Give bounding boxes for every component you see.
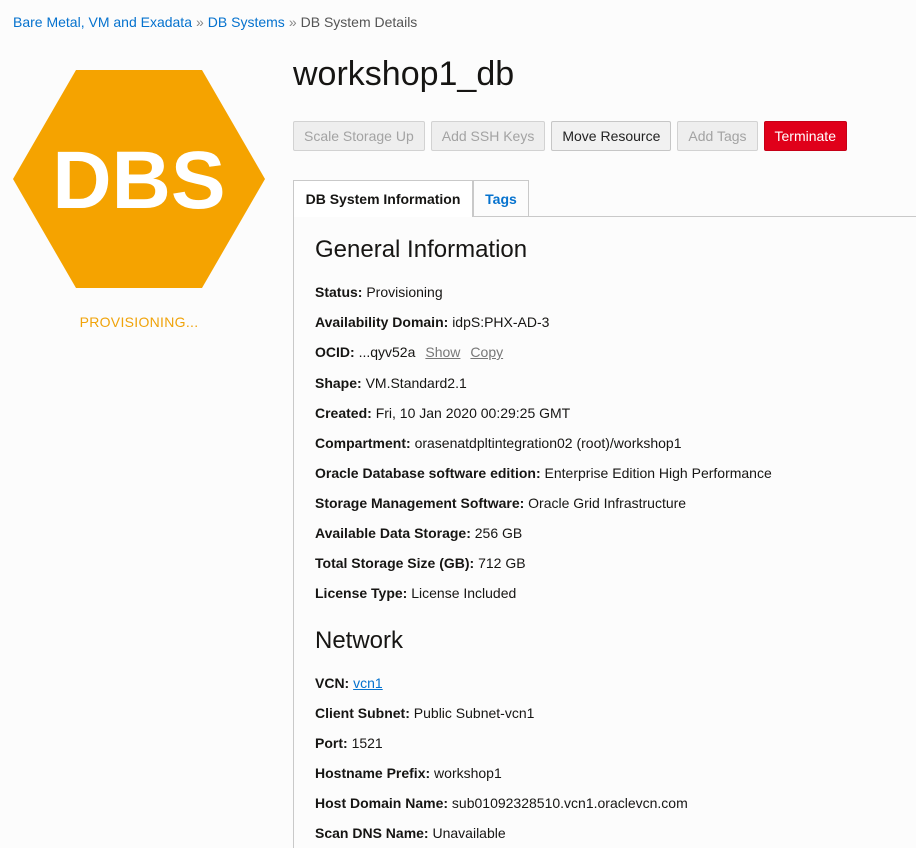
available-data-storage-value: 256 GB	[474, 525, 523, 541]
status-row: Status: Provisioning	[315, 284, 443, 300]
license-type-value: License Included	[411, 585, 517, 601]
status-value: Provisioning	[366, 284, 443, 300]
ocid-value: ...qyv52a	[358, 344, 416, 360]
total-storage-value: 712 GB	[478, 555, 526, 571]
software-edition-label: Oracle Database software edition:	[315, 465, 541, 481]
hostname-prefix-value: workshop1	[434, 765, 502, 781]
software-edition-row: Oracle Database software edition: Enterp…	[315, 465, 772, 481]
detail-tabs: DB System Information Tags	[293, 180, 916, 217]
move-resource-button[interactable]: Move Resource	[551, 121, 672, 151]
ocid-copy-link[interactable]: Copy	[470, 344, 503, 360]
storage-management-row: Storage Management Software: Oracle Grid…	[315, 495, 686, 511]
breadcrumb-separator: »	[196, 14, 204, 30]
hexagon-badge-text: DBS	[52, 135, 225, 226]
scale-storage-up-button[interactable]: Scale Storage Up	[293, 121, 425, 151]
scan-dns-name-row: Scan DNS Name: Unavailable	[315, 825, 506, 841]
port-label: Port:	[315, 735, 348, 751]
status-label: Status:	[315, 284, 363, 300]
availability-domain-label: Availability Domain:	[315, 314, 449, 330]
breadcrumb-link-db-systems[interactable]: DB Systems	[208, 14, 285, 30]
storage-management-label: Storage Management Software:	[315, 495, 525, 511]
port-value: 1521	[351, 735, 383, 751]
action-toolbar: Scale Storage Up Add SSH Keys Move Resou…	[293, 121, 847, 151]
terminate-button[interactable]: Terminate	[763, 121, 847, 151]
software-edition-value: Enterprise Edition High Performance	[544, 465, 772, 481]
availability-domain-row: Availability Domain: idpS:PHX-AD-3	[315, 314, 549, 330]
total-storage-row: Total Storage Size (GB): 712 GB	[315, 555, 526, 571]
client-subnet-label: Client Subnet:	[315, 705, 410, 721]
created-value: Fri, 10 Jan 2020 00:29:25 GMT	[375, 405, 571, 421]
compartment-row: Compartment: orasenatdpltintegration02 (…	[315, 435, 682, 451]
license-type-row: License Type: License Included	[315, 585, 516, 601]
client-subnet-row: Client Subnet: Public Subnet-vcn1	[315, 705, 534, 721]
breadcrumb-separator: »	[288, 14, 297, 30]
shape-row: Shape: VM.Standard2.1	[315, 375, 467, 391]
tab-db-system-information[interactable]: DB System Information	[293, 180, 473, 217]
host-domain-name-value: sub01092328510.vcn1.oraclevcn.com	[451, 795, 688, 811]
total-storage-label: Total Storage Size (GB):	[315, 555, 475, 571]
hostname-prefix-row: Hostname Prefix: workshop1	[315, 765, 502, 781]
compartment-value: orasenatdpltintegration02 (root)/worksho…	[414, 435, 682, 451]
breadcrumb-link-bare-metal[interactable]: Bare Metal, VM and Exadata	[13, 14, 192, 30]
tab-tags[interactable]: Tags	[473, 180, 529, 216]
storage-management-value: Oracle Grid Infrastructure	[528, 495, 687, 511]
general-information-heading: General Information	[315, 236, 528, 263]
available-data-storage-row: Available Data Storage: 256 GB	[315, 525, 522, 541]
vcn-label: VCN:	[315, 675, 350, 691]
lifecycle-status-label: PROVISIONING...	[79, 314, 199, 330]
details-panel: General Information Status: Provisioning…	[293, 216, 916, 848]
page-title: workshop1_db	[293, 55, 515, 93]
license-type-label: License Type:	[315, 585, 408, 601]
availability-domain-value: idpS:PHX-AD-3	[452, 314, 550, 330]
scan-dns-name-label: Scan DNS Name:	[315, 825, 429, 841]
available-data-storage-label: Available Data Storage:	[315, 525, 471, 541]
breadcrumb-current: DB System Details	[300, 14, 418, 30]
ocid-label: OCID:	[315, 344, 355, 360]
ocid-row: OCID: ...qyv52a Show Copy	[315, 344, 503, 360]
add-tags-button[interactable]: Add Tags	[677, 121, 758, 151]
shape-label: Shape:	[315, 375, 362, 391]
db-system-hexagon-icon: DBS	[13, 70, 265, 288]
breadcrumb: Bare Metal, VM and Exadata» DB Systems» DB…	[13, 14, 417, 30]
network-heading: Network	[315, 627, 404, 654]
port-row: Port: 1521	[315, 735, 383, 751]
created-label: Created:	[315, 405, 372, 421]
ocid-show-link[interactable]: Show	[425, 344, 460, 360]
add-ssh-keys-button[interactable]: Add SSH Keys	[430, 121, 546, 151]
client-subnet-value: Public Subnet-vcn1	[413, 705, 535, 721]
compartment-label: Compartment:	[315, 435, 411, 451]
hostname-prefix-label: Hostname Prefix:	[315, 765, 431, 781]
shape-value: VM.Standard2.1	[365, 375, 467, 391]
host-domain-name-label: Host Domain Name:	[315, 795, 449, 811]
created-row: Created: Fri, 10 Jan 2020 00:29:25 GMT	[315, 405, 570, 421]
vcn-row: VCN: vcn1	[315, 675, 383, 691]
scan-dns-name-value: Unavailable	[432, 825, 506, 841]
vcn-link[interactable]: vcn1	[353, 675, 383, 691]
host-domain-name-row: Host Domain Name: sub01092328510.vcn1.or…	[315, 795, 688, 811]
